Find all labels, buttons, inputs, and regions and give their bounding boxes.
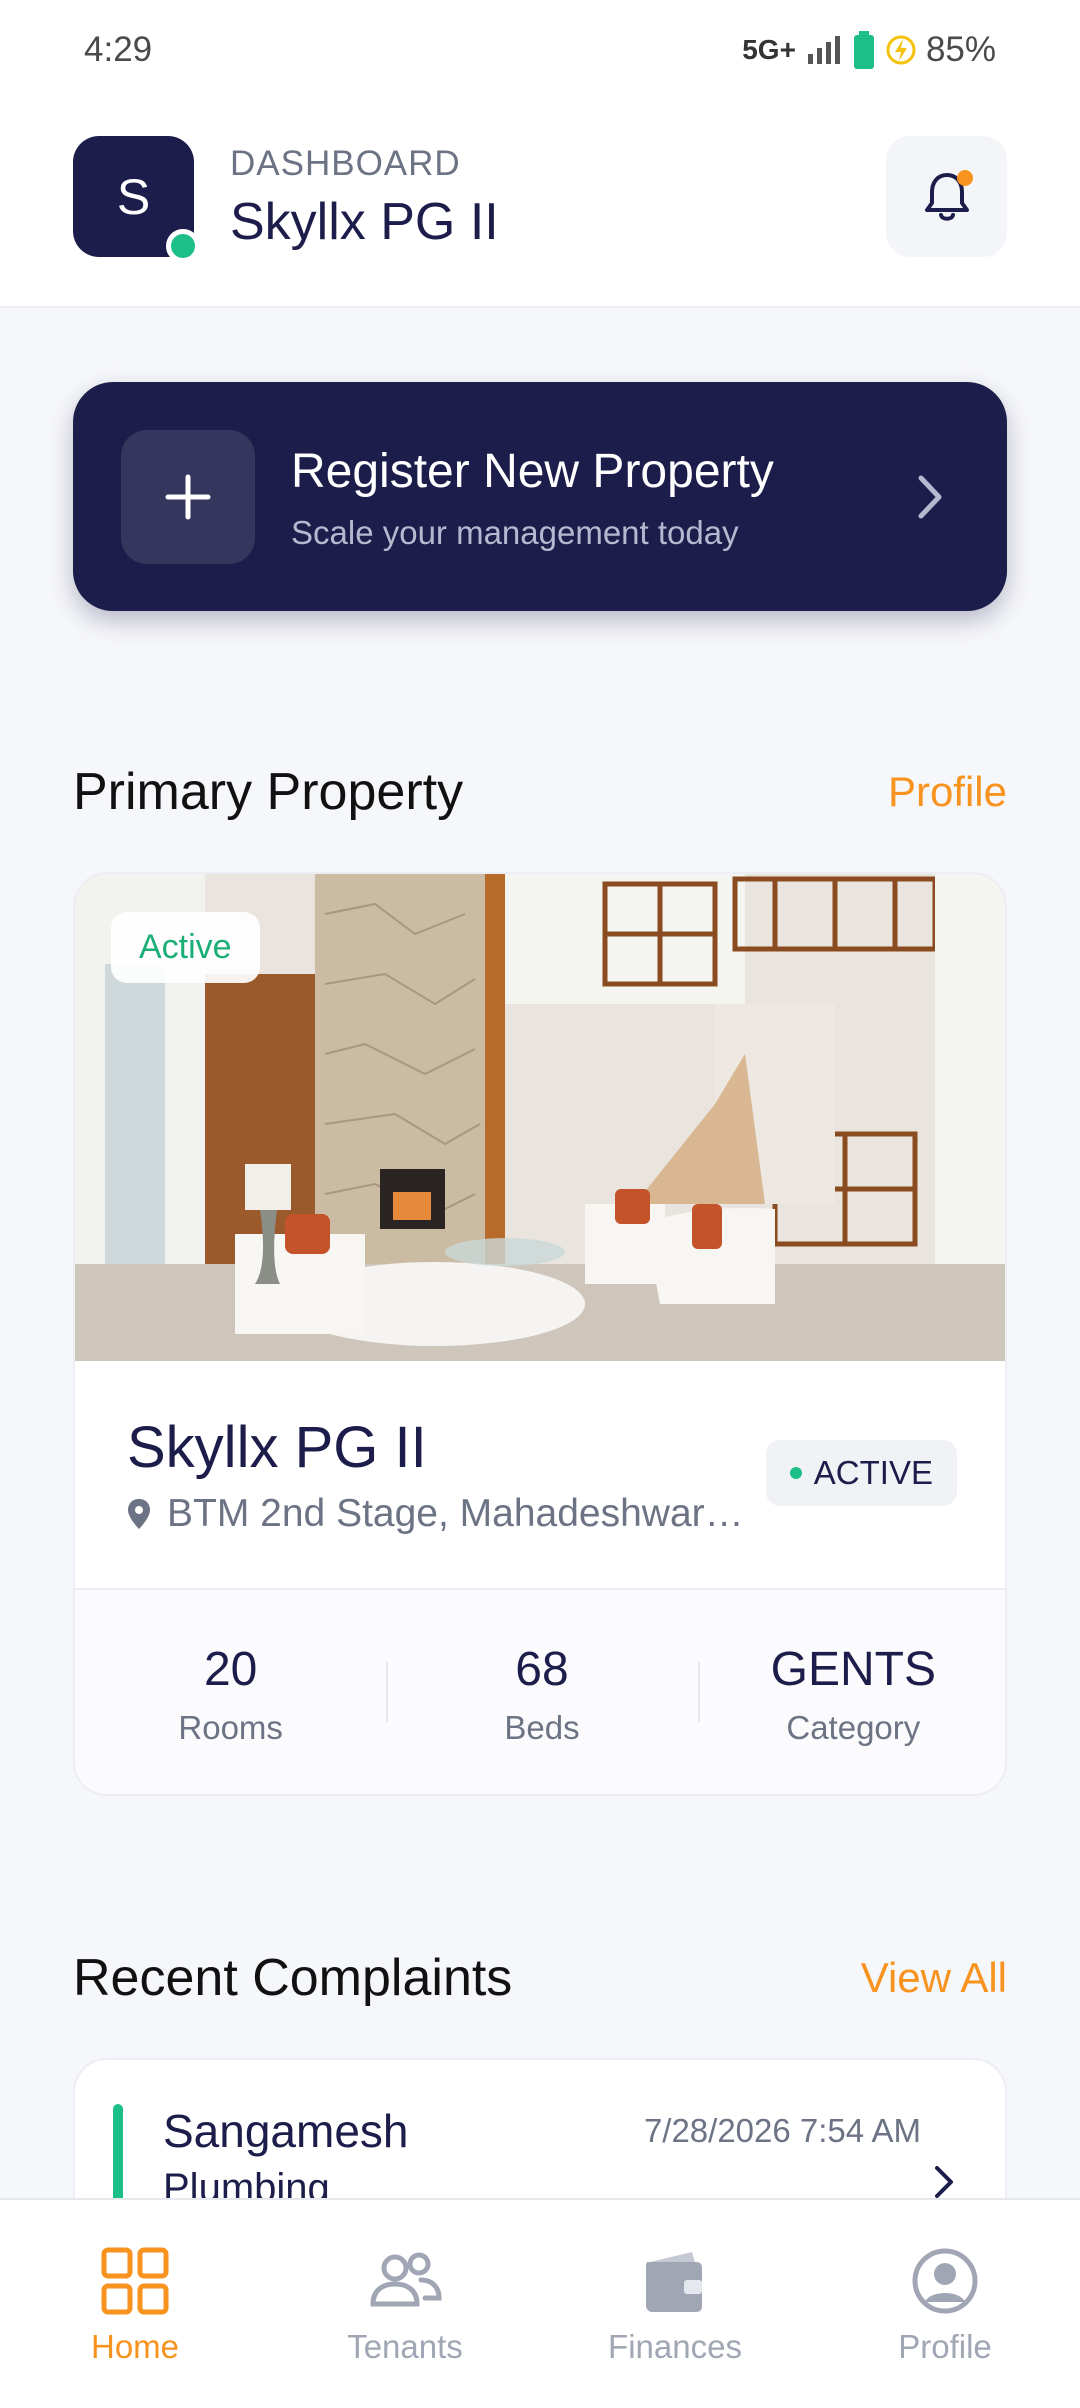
nav-tenants[interactable]: Tenants (270, 2200, 540, 2408)
nav-profile[interactable]: Profile (810, 2200, 1080, 2408)
nav-finances[interactable]: Finances (540, 2200, 810, 2408)
notification-dot (957, 170, 973, 186)
property-name: Skyllx PG II (127, 1415, 427, 1480)
stat-beds: 68 Beds (386, 1642, 697, 1747)
complaint-timestamp: 7/28/2026 7:54 AM (643, 2112, 921, 2149)
register-title: Register New Property (291, 445, 774, 498)
register-subtitle: Scale your management today (291, 514, 739, 551)
stat-label: Beds (504, 1708, 580, 1746)
nav-tenants-label: Tenants (347, 2328, 463, 2365)
bottom-nav: Home Tenants Finances Profile (0, 2198, 1080, 2408)
location-pin-icon (128, 1499, 150, 1529)
plus-icon (121, 430, 255, 564)
nav-home[interactable]: Home (0, 2200, 270, 2408)
users-icon (370, 2252, 442, 2307)
photo-status-badge: Active (111, 912, 260, 983)
avatar-letter: S (116, 168, 151, 225)
property-stats: 20 Rooms 68 Beds GENTS Category (75, 1588, 1005, 1794)
chevron-right-icon (918, 475, 942, 519)
grid-icon (101, 2247, 169, 2315)
primary-property-heading: Primary Property (73, 763, 464, 821)
battery-percent: 85% (925, 30, 996, 69)
profile-link[interactable]: Profile (888, 768, 1007, 816)
view-all-link[interactable]: View All (861, 1954, 1007, 2002)
wallet-icon (646, 2252, 702, 2312)
notifications-button[interactable] (886, 136, 1007, 257)
avatar[interactable]: S (73, 136, 200, 263)
stat-value: 68 (515, 1642, 569, 1696)
status-indicators: 5G+ 85% (742, 30, 996, 70)
nav-finances-label: Finances (608, 2328, 742, 2365)
register-property-card[interactable]: Register New Property Scale your managem… (73, 382, 1007, 611)
header-kicker: DASHBOARD (230, 144, 461, 183)
status-dot (789, 1467, 802, 1479)
complaint-tenant-name: Sangamesh (163, 2105, 409, 2157)
network-type: 5G+ (742, 34, 796, 65)
battery-icon (853, 31, 874, 69)
property-location-text: BTM 2nd Stage, Mahadeshwar… (167, 1492, 744, 1535)
app-header: S DASHBOARD Skyllx PG II (0, 100, 1080, 308)
status-time: 4:29 (84, 30, 153, 69)
recent-complaints-heading: Recent Complaints (73, 1949, 513, 2007)
status-badge: ACTIVE (765, 1440, 957, 1506)
stat-value: GENTS (770, 1642, 936, 1696)
property-location: BTM 2nd Stage, Mahadeshwar… (127, 1492, 744, 1536)
property-card[interactable]: Active Skyllx PG II BTM 2nd Stage, Mahad… (73, 872, 1007, 1796)
property-photo: Active (75, 874, 1005, 1361)
nav-profile-label: Profile (898, 2328, 992, 2365)
stat-label: Category (786, 1708, 921, 1746)
stat-category: GENTS Category (697, 1642, 1005, 1747)
nav-home-label: Home (90, 2328, 180, 2365)
signal-icon (807, 36, 840, 64)
page-title: Skyllx PG II (230, 193, 499, 251)
stat-value: 20 (203, 1642, 258, 1696)
stat-label: Rooms (178, 1708, 283, 1746)
user-circle-icon (912, 2248, 978, 2314)
chevron-right-icon (935, 2166, 953, 2198)
charging-icon (886, 35, 916, 65)
online-indicator (166, 229, 200, 263)
status-bar: 4:29 5G+ 85% (0, 0, 1080, 100)
status-badge-label: ACTIVE (813, 1454, 933, 1491)
stat-rooms: 20 Rooms (75, 1642, 386, 1747)
